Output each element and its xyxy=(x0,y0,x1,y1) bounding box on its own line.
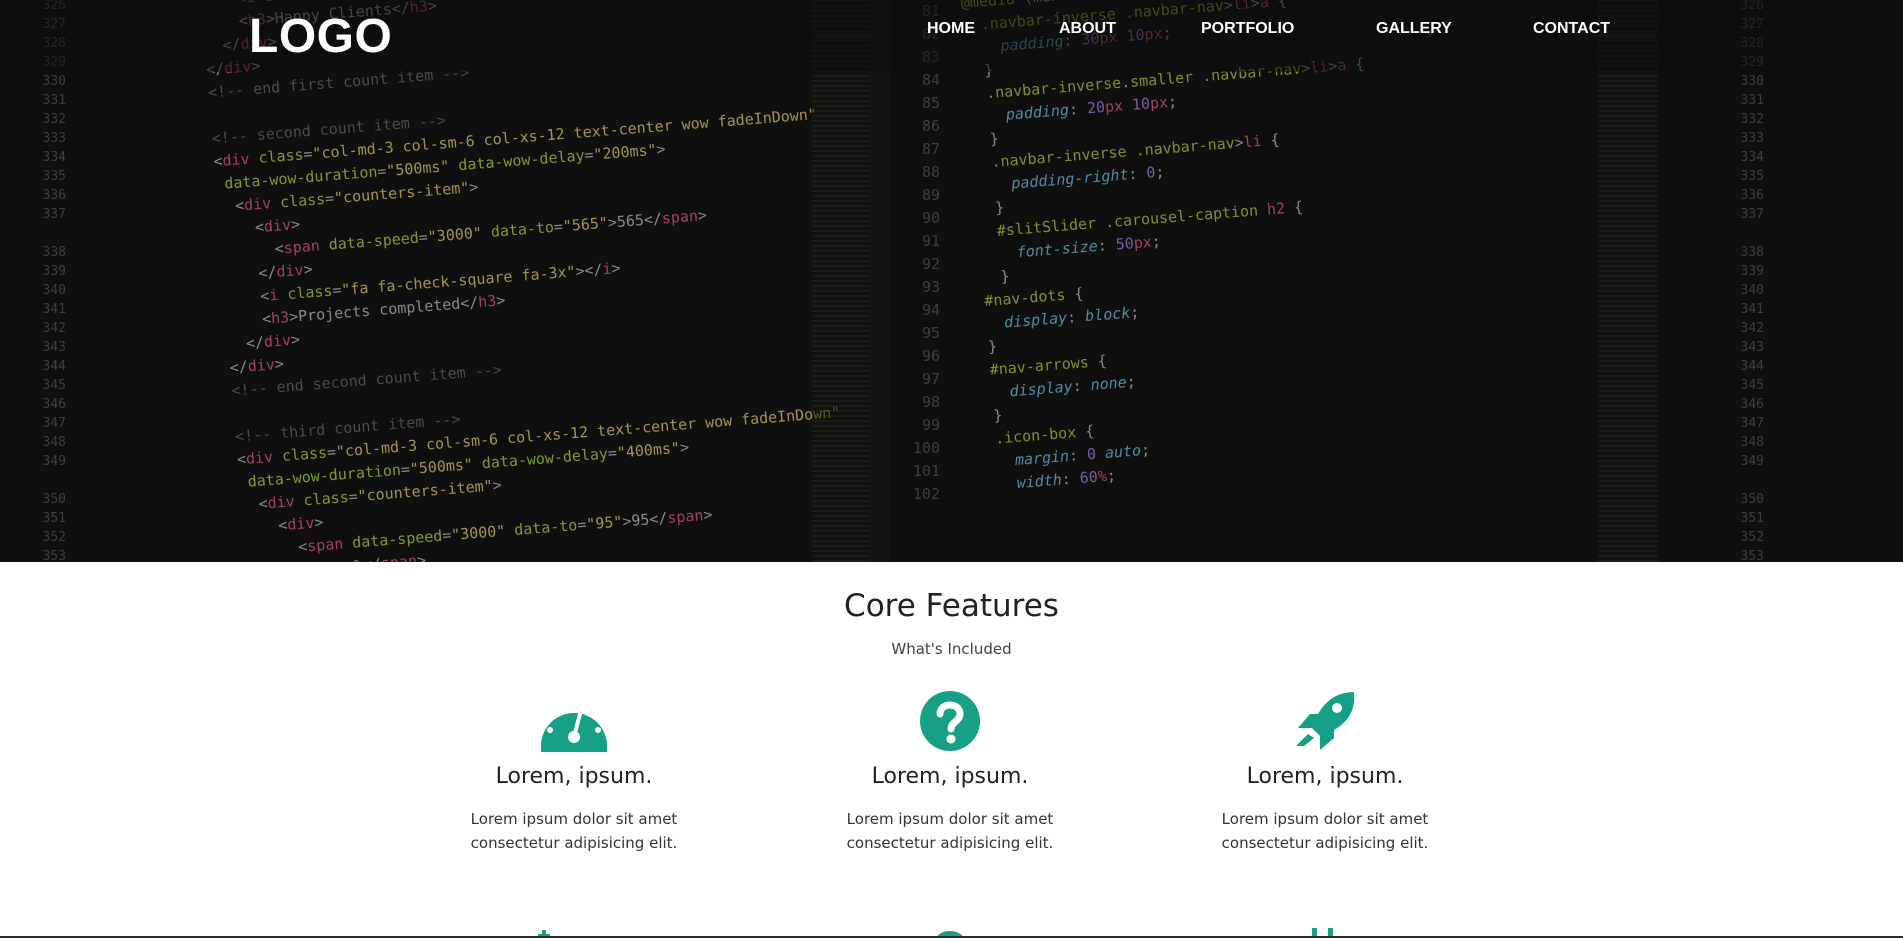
nav-item-portfolio[interactable]: PORTFOLIO xyxy=(1201,20,1294,38)
question-circle-icon xyxy=(920,691,980,751)
nav-item-home[interactable]: HOME xyxy=(927,20,975,38)
hero-overlay xyxy=(0,0,1903,562)
section-subtitle: What's Included xyxy=(891,640,1012,658)
rocket-icon xyxy=(1296,692,1355,750)
dashboard-icon xyxy=(541,700,607,752)
nav-item-about[interactable]: ABOUT xyxy=(1059,20,1116,38)
hero-background: 326327328329330331332333334335336337 338… xyxy=(0,0,1903,562)
feature-text: Lorem ipsum dolor sit amet consectetur a… xyxy=(1221,810,1429,852)
feature-title: Lorem, ipsum. xyxy=(871,764,1029,789)
feature-title: Lorem, ipsum. xyxy=(1246,764,1404,789)
feature-card: Lorem, ipsum. Lorem ipsum dolor sit amet… xyxy=(1175,690,1475,855)
site-logo[interactable]: LOGO xyxy=(249,9,392,64)
nav-item-contact[interactable]: CONTACT xyxy=(1533,20,1610,38)
top-navbar: LOGO HOME ABOUT PORTFOLIO GALLERY CONTAC… xyxy=(0,0,1903,72)
section-title: Core Features xyxy=(844,588,1059,624)
feature-text: Lorem ipsum dolor sit amet consectetur a… xyxy=(846,810,1054,852)
nav-item-gallery[interactable]: GALLERY xyxy=(1376,20,1452,38)
feature-text: Lorem ipsum dolor sit amet consectetur a… xyxy=(470,810,678,852)
feature-card: Lorem, ipsum. Lorem ipsum dolor sit amet… xyxy=(424,690,724,855)
feature-card: Lorem, ipsum. Lorem ipsum dolor sit amet… xyxy=(800,690,1100,855)
feature-title: Lorem, ipsum. xyxy=(495,764,653,789)
